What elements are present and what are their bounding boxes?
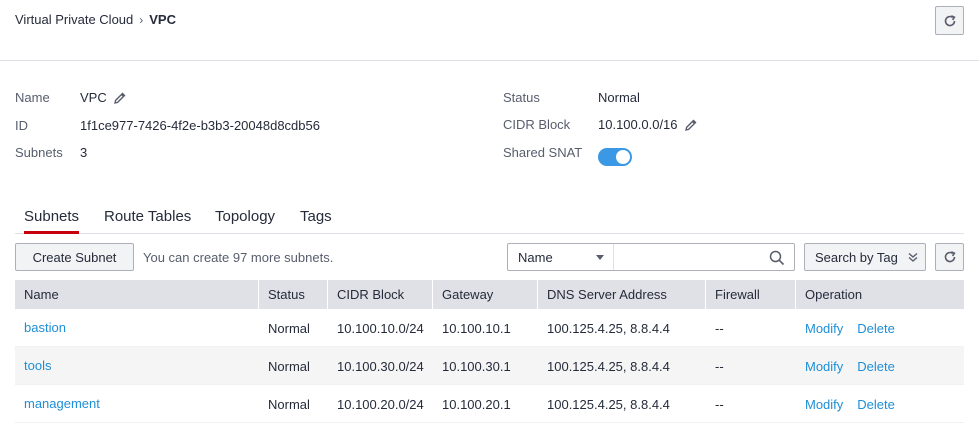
table-row: bastion Normal 10.100.10.0/24 10.100.10.… [15, 309, 964, 347]
page-header: Virtual Private Cloud › VPC [0, 0, 979, 61]
search-field-value: Name [518, 249, 553, 265]
name-label: Name [15, 90, 50, 105]
breadcrumb-current: VPC [149, 12, 176, 27]
table-row: management Normal 10.100.20.0/24 10.100.… [15, 385, 964, 423]
status-value: Normal [598, 90, 640, 105]
delete-link[interactable]: Delete [857, 321, 895, 336]
column-header-operation: Operation [805, 287, 863, 302]
row-operations: Modify Delete [796, 347, 964, 385]
search-input[interactable] [620, 244, 760, 270]
tab-tags[interactable]: Tags [300, 208, 332, 234]
status-label: Status [503, 90, 540, 105]
modify-link[interactable]: Modify [805, 359, 843, 374]
table-row: tools Normal 10.100.30.0/24 10.100.30.1 … [15, 347, 964, 385]
subnet-gateway: 10.100.20.1 [442, 396, 511, 412]
page-refresh-button[interactable] [935, 6, 964, 35]
tab-topology[interactable]: Topology [215, 208, 275, 234]
tab-bar: Subnets Route Tables Topology Tags [15, 200, 964, 234]
subnet-firewall: -- [715, 320, 724, 336]
create-subnet-button[interactable]: Create Subnet [15, 243, 134, 271]
subnet-dns: 100.125.4.25, 8.8.4.4 [547, 396, 670, 412]
subnet-status: Normal [268, 320, 310, 336]
search-by-tag-label: Search by Tag [815, 249, 898, 265]
toggle-knob [616, 150, 630, 164]
row-operations: Modify Delete [796, 385, 964, 423]
cidr-value: 10.100.0.0/16 [598, 117, 678, 132]
subnets-label: Subnets [15, 145, 63, 160]
subnets-value: 3 [80, 145, 88, 160]
subnet-dns: 100.125.4.25, 8.8.4.4 [547, 358, 670, 374]
subnet-name-link[interactable]: management [24, 396, 100, 411]
refresh-icon [944, 14, 956, 26]
table-header: Name Status CIDR Block Gateway DNS Serve… [15, 280, 964, 309]
breadcrumb-parent[interactable]: Virtual Private Cloud [15, 12, 133, 27]
tab-route-tables[interactable]: Route Tables [104, 208, 191, 234]
search-field-select[interactable]: Name [508, 244, 614, 270]
subnet-cidr: 10.100.10.0/24 [337, 320, 424, 336]
delete-link[interactable]: Delete [857, 397, 895, 412]
column-header-gateway: Gateway [433, 280, 538, 309]
name-value: VPC [80, 90, 107, 105]
id-value: 1f1ce977-7426-4f2e-b3b3-20048d8cdb56 [80, 118, 320, 133]
search-icon[interactable] [769, 250, 785, 266]
subnet-dns: 100.125.4.25, 8.8.4.4 [547, 320, 670, 336]
subnets-table: Name Status CIDR Block Gateway DNS Serve… [15, 280, 964, 423]
subnet-firewall: -- [715, 358, 724, 374]
id-label: ID [15, 118, 28, 133]
subnet-gateway: 10.100.10.1 [442, 320, 511, 336]
shared-snat-toggle[interactable] [598, 148, 632, 166]
cidr-value-group: 10.100.0.0/16 [598, 117, 698, 132]
subnet-firewall: -- [715, 396, 724, 412]
refresh-icon [944, 251, 956, 263]
name-value-group: VPC [80, 90, 127, 105]
tab-subnets[interactable]: Subnets [24, 208, 80, 234]
subnet-status: Normal [268, 358, 310, 374]
subnet-cidr: 10.100.30.0/24 [337, 358, 424, 374]
column-header-firewall: Firewall [706, 280, 796, 309]
column-header-dns: DNS Server Address [538, 280, 706, 309]
modify-link[interactable]: Modify [805, 397, 843, 412]
modify-link[interactable]: Modify [805, 321, 843, 336]
column-header-cidr: CIDR Block [328, 280, 433, 309]
search-box: Name [507, 243, 795, 271]
row-operations: Modify Delete [796, 309, 964, 347]
column-header-status: Status [259, 280, 328, 309]
cidr-label: CIDR Block [503, 117, 571, 132]
column-header-name: Name [15, 280, 259, 309]
delete-link[interactable]: Delete [857, 359, 895, 374]
table-refresh-button[interactable] [935, 243, 964, 271]
search-by-tag-button[interactable]: Search by Tag [804, 243, 926, 271]
caret-down-icon [596, 255, 604, 260]
pencil-icon[interactable] [113, 91, 127, 105]
subnet-cidr: 10.100.20.0/24 [337, 396, 424, 412]
subnet-name-link[interactable]: bastion [24, 320, 66, 335]
subnet-gateway: 10.100.30.1 [442, 358, 511, 374]
chevron-right-icon: › [139, 12, 144, 27]
subnet-status: Normal [268, 396, 310, 412]
quota-hint: You can create 97 more subnets. [143, 250, 334, 265]
breadcrumb: Virtual Private Cloud › VPC [15, 12, 176, 27]
pencil-icon[interactable] [684, 118, 698, 132]
double-chevron-down-icon [908, 252, 918, 262]
shared-snat-label: Shared SNAT [503, 145, 583, 160]
subnet-name-link[interactable]: tools [24, 358, 51, 373]
